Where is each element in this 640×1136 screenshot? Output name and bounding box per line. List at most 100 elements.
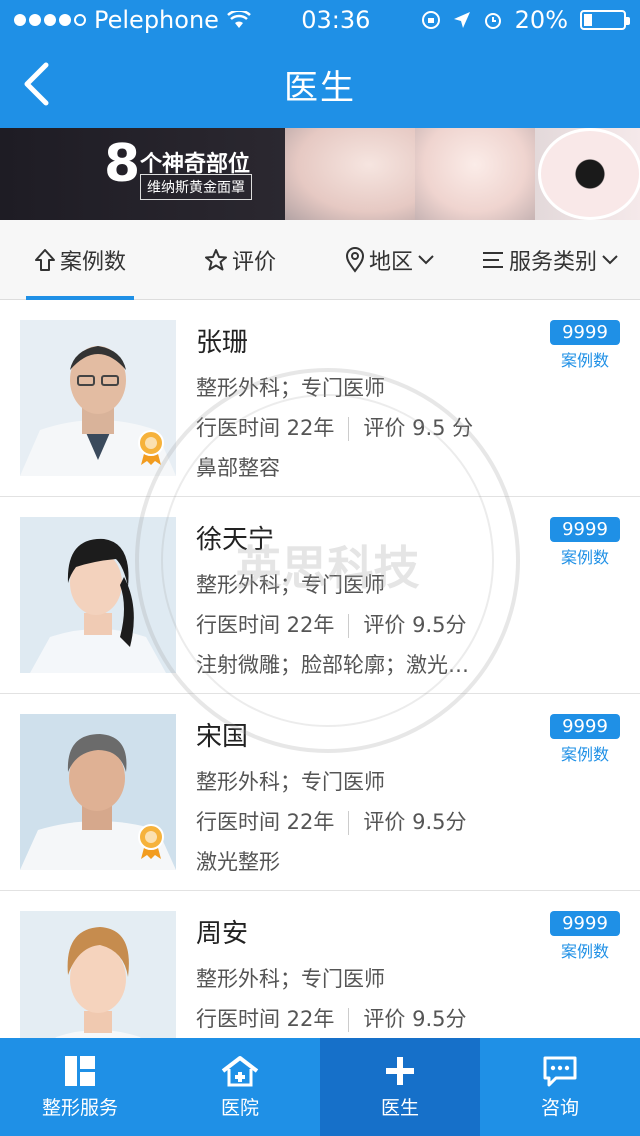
grid-icon — [65, 1055, 95, 1086]
tab-region[interactable]: 地区 — [320, 220, 460, 300]
doctor-list: 张珊 整形外科；专门医师 行医时间 22年 评价 9.5 分 鼻部整容 9999 … — [0, 300, 640, 1038]
tab-label: 服务类别 — [508, 250, 597, 275]
doctor-experience-rating: 行医时间 22年 评价 9.5分 — [196, 609, 466, 639]
banner-number: 8 — [104, 134, 141, 194]
tab-service-category[interactable]: 服务类别 — [460, 220, 640, 300]
doctor-experience-rating: 行医时间 22年 评价 9.5 分 — [196, 412, 473, 442]
divider — [348, 811, 350, 835]
doctor-years: 行医时间 22年 — [196, 810, 335, 834]
nav-label: 医生 — [380, 1096, 419, 1119]
signal-strength-icon — [14, 14, 86, 26]
filter-tabs: 案例数 评价 地区 服务类别 — [0, 220, 640, 300]
banner-subtitle: 维纳斯黄金面罩 — [140, 174, 252, 200]
case-count-value: 9999 — [550, 517, 620, 542]
doctor-title: 整形外科；专门医师 — [196, 770, 385, 794]
battery-icon — [580, 10, 630, 30]
doctor-specialty: 注射微雕；脸部轮廓；激光… — [196, 653, 469, 677]
case-count-label: 案例数 — [560, 548, 609, 567]
list-icon — [482, 252, 503, 268]
doctor-photo — [20, 911, 176, 1038]
doctor-name: 周安 — [196, 919, 249, 949]
doctor-specialty: 激光整形 — [196, 850, 280, 874]
hospital-icon — [221, 1055, 259, 1086]
doctor-specialty: 鼻部整容 — [196, 456, 280, 480]
star-icon — [204, 249, 227, 271]
tab-label: 评价 — [231, 250, 276, 275]
navigation-bar: 医生 — [0, 40, 640, 128]
doctor-years: 行医时间 22年 — [196, 613, 335, 637]
banner-face-profile-image — [285, 128, 425, 220]
doctor-experience-rating: 行医时间 22年 评价 9.5分 — [196, 806, 466, 836]
doctor-photo — [20, 714, 176, 870]
case-count-label: 案例数 — [560, 942, 609, 961]
doctor-row[interactable]: 宋国 整形外科；专门医师 行医时间 22年 评价 9.5分 激光整形 9999 案… — [0, 694, 640, 891]
rotation-lock-icon — [421, 11, 440, 29]
nav-label: 整形服务 — [41, 1096, 118, 1119]
chevron-left-icon — [24, 62, 49, 106]
chevron-down-icon — [418, 255, 434, 265]
doctor-row[interactable]: 周安 整形外科；专门医师 行医时间 22年 评价 9.5分 9999 案例数 — [0, 891, 640, 1038]
nav-plastic-services[interactable]: 整形服务 — [0, 1038, 160, 1136]
nav-consult[interactable]: 咨询 — [480, 1038, 640, 1136]
doctor-years: 行医时间 22年 — [196, 1007, 335, 1031]
sort-up-icon — [34, 249, 55, 271]
tab-rating[interactable]: 评价 — [160, 220, 320, 300]
divider — [348, 1008, 350, 1032]
header: Pelephone 03:36 20% 医生 — [0, 0, 640, 128]
doctor-experience-rating: 行医时间 22年 评价 9.5分 — [196, 1003, 466, 1033]
doctor-title: 整形外科；专门医师 — [196, 573, 385, 597]
case-count-value: 9999 — [550, 320, 620, 345]
doctor-rating: 评价 9.5 分 — [363, 416, 474, 440]
status-bar: Pelephone 03:36 20% — [0, 0, 640, 40]
chevron-down-icon — [602, 255, 618, 265]
location-pin-icon — [345, 247, 364, 273]
doctor-name: 宋国 — [196, 722, 249, 752]
doctor-row[interactable]: 张珊 整形外科；专门医师 行医时间 22年 评价 9.5 分 鼻部整容 9999 … — [0, 300, 640, 497]
case-count-badge: 9999 案例数 — [550, 320, 620, 371]
carrier-name: Pelephone — [94, 6, 219, 34]
banner-eye-image — [538, 128, 640, 220]
case-count-label: 案例数 — [560, 745, 609, 764]
doctor-photo — [20, 517, 176, 673]
case-count-value: 9999 — [550, 911, 620, 936]
case-count-label: 案例数 — [560, 351, 609, 370]
alarm-icon — [484, 13, 501, 29]
doctor-rating: 评价 9.5分 — [363, 613, 467, 637]
case-count-value: 9999 — [550, 714, 620, 739]
bottom-navigation: 整形服务 医院 医生 咨询 — [0, 1038, 640, 1136]
tab-case-count[interactable]: 案例数 — [0, 220, 160, 300]
wifi-icon — [227, 11, 251, 28]
doctor-rating: 评价 9.5分 — [363, 1007, 467, 1031]
status-right: 20% — [421, 6, 630, 34]
back-button[interactable] — [14, 60, 58, 108]
case-count-badge: 9999 案例数 — [550, 911, 620, 962]
doctor-name: 张珊 — [196, 328, 249, 358]
nav-hospital[interactable]: 医院 — [160, 1038, 320, 1136]
divider — [348, 614, 350, 638]
tab-label: 地区 — [368, 250, 413, 275]
doctor-years: 行医时间 22年 — [196, 416, 335, 440]
battery-percent: 20% — [514, 6, 568, 34]
promo-banner[interactable]: 8 个神奇部位 维纳斯黄金面罩 — [0, 128, 640, 220]
doctor-photo — [20, 320, 176, 476]
doctor-rating: 评价 9.5分 — [363, 810, 467, 834]
case-count-badge: 9999 案例数 — [550, 714, 620, 765]
location-arrow-icon — [453, 12, 470, 28]
divider — [348, 417, 350, 441]
doctor-title: 整形外科；专门医师 — [196, 967, 385, 991]
banner-face-front-image — [415, 128, 535, 220]
case-count-badge: 9999 案例数 — [550, 517, 620, 568]
doctor-name: 徐天宁 — [196, 525, 275, 555]
award-badge-icon — [138, 430, 164, 465]
status-left: Pelephone — [14, 6, 251, 34]
doctor-title: 整形外科；专门医师 — [196, 376, 385, 400]
award-badge-icon — [138, 824, 164, 859]
tab-label: 案例数 — [59, 250, 126, 275]
nav-doctor[interactable]: 医生 — [320, 1038, 480, 1136]
chat-icon — [543, 1056, 577, 1086]
doctor-row[interactable]: 徐天宁 整形外科；专门医师 行医时间 22年 评价 9.5分 注射微雕；脸部轮廓；… — [0, 497, 640, 694]
status-time: 03:36 — [301, 6, 371, 34]
nav-label: 咨询 — [540, 1096, 579, 1119]
nav-label: 医院 — [220, 1096, 259, 1119]
page-title: 医生 — [284, 67, 356, 108]
